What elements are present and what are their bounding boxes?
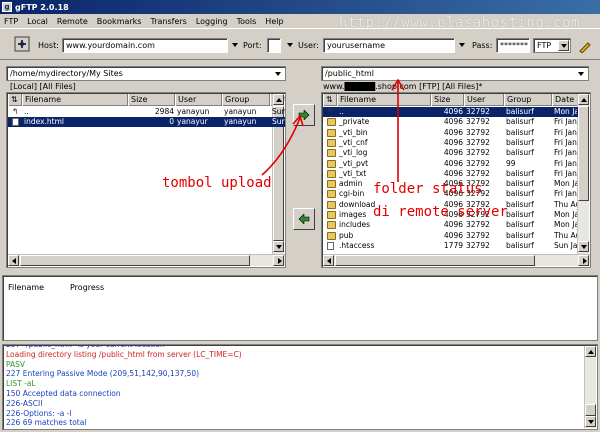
annotation-arrows [261, 78, 405, 182]
annotation-upload-button: tombol upload [162, 175, 272, 191]
annotation-remote-server: di remote server [373, 204, 508, 220]
annotation-folder-status: folder status [373, 181, 483, 197]
